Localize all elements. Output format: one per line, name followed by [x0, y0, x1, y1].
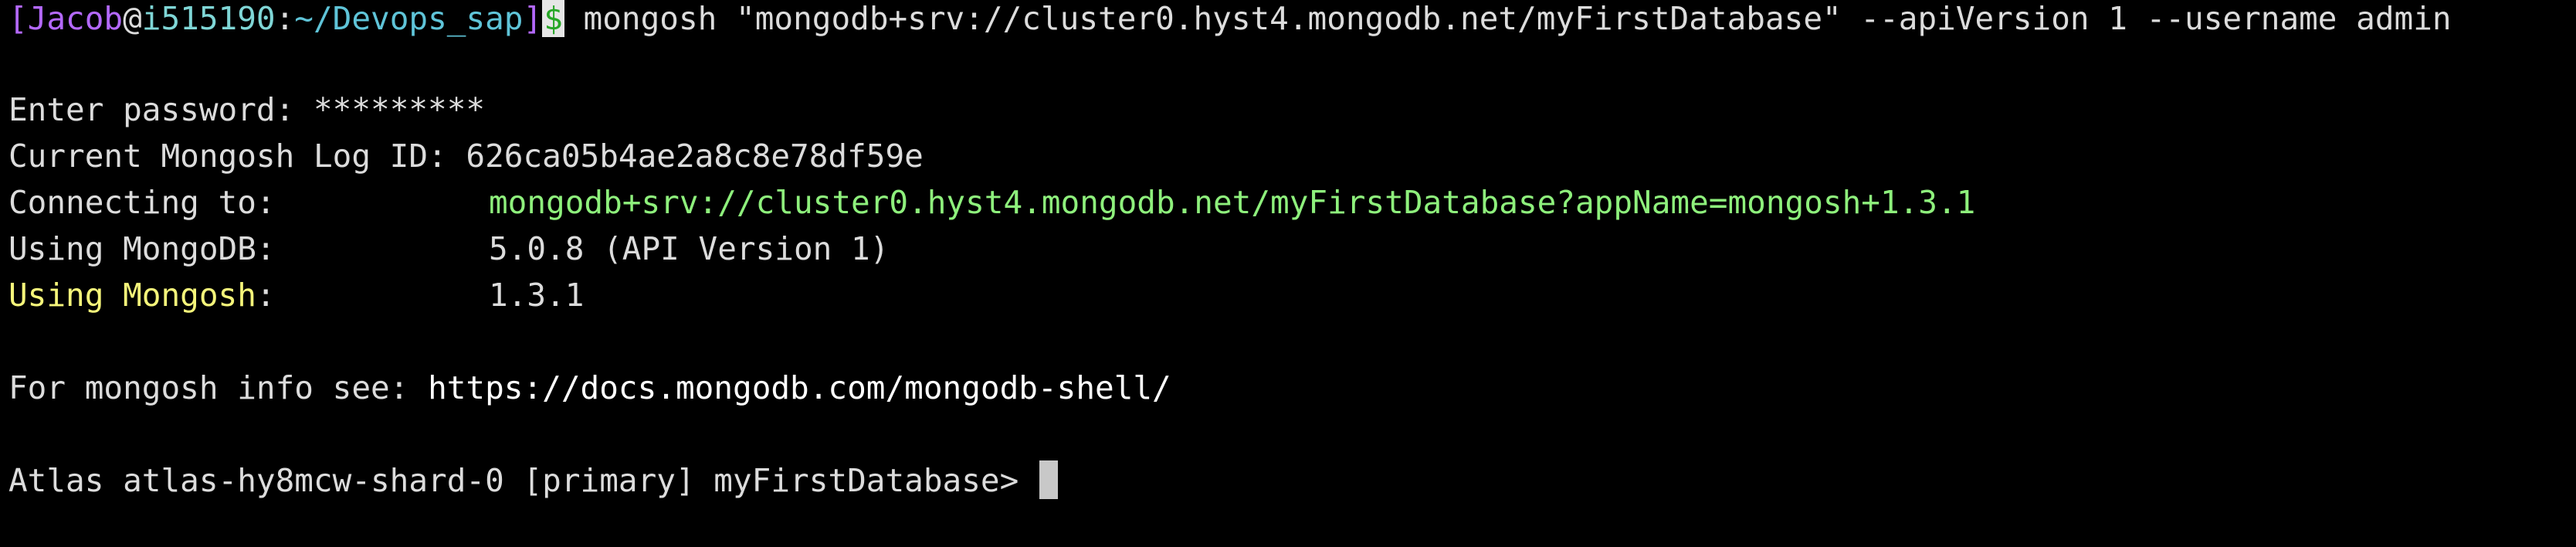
password-label: Enter password: — [8, 91, 314, 128]
prompt-at: @ — [123, 0, 142, 37]
mongosh-label-colon: : — [256, 277, 276, 314]
prompt-user: Jacob — [27, 0, 124, 37]
entered-command: mongosh "mongodb+srv://cluster0.hyst4.mo… — [564, 0, 2452, 37]
command-line: [Jacob@i515190:~/Devops_sap]$ mongosh "m… — [8, 0, 2452, 42]
mongodb-version-line: Using MongoDB: 5.0.8 (API Version 1) — [8, 226, 889, 272]
prompt-open-bracket: [ — [8, 0, 28, 37]
log-id-value: 626ca05b4ae2a8c8e78df59e — [466, 138, 924, 175]
password-line: Enter password: ********* — [8, 87, 485, 133]
prompt-host: i515190 — [141, 0, 276, 37]
prompt-colon: : — [275, 0, 295, 37]
mongosh-label-group: Using Mongosh: — [8, 272, 489, 318]
mongosh-version: 1.3.1 — [489, 277, 585, 314]
shell-prompt: Atlas atlas-hy8mcw-shard-0 [primary] myF… — [8, 462, 1038, 499]
shell-prompt-line[interactable]: Atlas atlas-hy8mcw-shard-0 [primary] myF… — [8, 457, 1058, 504]
log-id-label: Current Mongosh Log ID: — [8, 138, 466, 175]
prompt-path: ~/Devops_sap — [294, 0, 524, 37]
connecting-label: Connecting to: — [8, 184, 276, 221]
text-cursor[interactable] — [1039, 460, 1058, 499]
info-line: For mongosh info see: https://docs.mongo… — [8, 365, 1171, 411]
mongodb-version: 5.0.8 (API Version 1) — [489, 230, 890, 267]
mongodb-label: Using MongoDB: — [8, 230, 276, 267]
info-url: https://docs.mongodb.com/mongodb-shell/ — [428, 369, 1171, 406]
log-id-line: Current Mongosh Log ID: 626ca05b4ae2a8c8… — [8, 133, 924, 179]
terminal-window[interactable]: [Jacob@i515190:~/Devops_sap]$ mongosh "m… — [0, 0, 2576, 547]
connecting-line: Connecting to: mongodb+srv://cluster0.hys… — [8, 179, 1975, 226]
info-label: For mongosh info see: — [8, 369, 429, 406]
connecting-url: mongodb+srv://cluster0.hyst4.mongodb.net… — [489, 184, 1976, 221]
prompt-dollar: $ — [542, 0, 564, 37]
prompt-close-bracket: ] — [523, 0, 543, 37]
password-mask: ********* — [313, 91, 486, 128]
mongosh-label: Using Mongosh — [8, 277, 256, 314]
mongosh-version-line: Using Mongosh: 1.3.1 — [8, 272, 584, 318]
